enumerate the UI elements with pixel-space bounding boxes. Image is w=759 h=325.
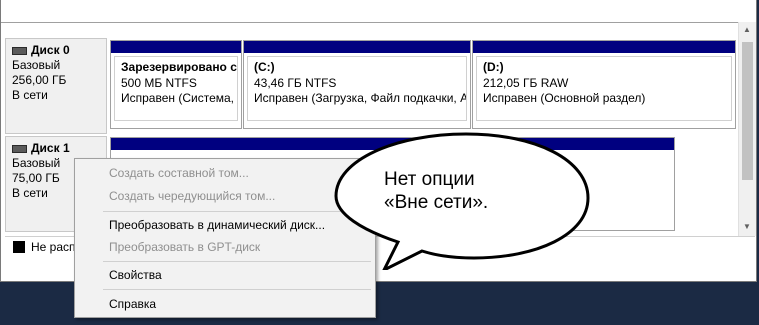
partition-bar [473,41,735,53]
partition-title: Зарезервировано си [121,60,238,74]
partition-info: (C:) 43,46 ГБ NTFS Исправен (Загрузка, Ф… [247,56,467,121]
partition-status: Исправен (Загрузка, Файл подкачки, А [254,91,467,105]
disk-0-type: Базовый [12,58,61,72]
menu-item-convert-gpt[interactable]: Преобразовать в GPT-диск [109,237,260,257]
disk-0-size: 256,00 ГБ [12,73,67,87]
vertical-scrollbar[interactable]: ▲ ▼ [738,22,756,236]
partition-bar [244,41,470,53]
partition-title: (D:) [483,60,504,74]
callout-text: Нет опции «Вне сети». [384,168,544,214]
unallocated-swatch [13,241,25,253]
menu-item-create-spanned[interactable]: Создать составной том... [109,163,249,183]
disk-0-label[interactable]: Диск 0 Базовый 256,00 ГБ В сети [5,38,107,134]
callout-line-1: Нет опции [384,169,475,190]
disk-1-name: Диск 1 [31,141,70,155]
menu-item-convert-dynamic[interactable]: Преобразовать в динамический диск... [109,215,325,235]
menu-item-properties[interactable]: Свойства [109,265,162,285]
partition-reserved[interactable]: Зарезервировано си 500 МБ NTFS Исправен … [110,40,242,129]
scroll-thumb[interactable] [742,42,753,180]
partition-size: 500 МБ NTFS [121,75,197,90]
disk-icon [12,46,27,55]
disk-0-name: Диск 0 [31,43,70,57]
partition-info: Зарезервировано си 500 МБ NTFS Исправен … [114,56,238,121]
disk-0-status: В сети [12,88,48,102]
disk-icon [12,144,27,153]
disk-0-name-row: Диск 0 [12,43,100,58]
disk-1-name-row: Диск 1 [12,141,100,156]
partition-info: (D:) 212,05 ГБ RAW Исправен (Основной ра… [476,56,732,121]
menu-item-help[interactable]: Справка [109,294,156,314]
partition-status: Исправен (Система, А [121,91,238,105]
partition-bar [111,41,241,53]
partition-c[interactable]: (C:) 43,46 ГБ NTFS Исправен (Загрузка, Ф… [243,40,471,129]
callout-line-2: «Вне сети». [384,192,489,213]
partition-size: 212,05 ГБ RAW [483,75,569,90]
partition-title: (C:) [254,60,275,74]
partition-d[interactable]: (D:) 212,05 ГБ RAW Исправен (Основной ра… [472,40,736,129]
scroll-up-icon[interactable]: ▲ [743,25,751,34]
partition-size: 43,46 ГБ NTFS [254,75,337,90]
menu-item-create-striped[interactable]: Создать чередующийся том... [109,186,275,206]
partition-status: Исправен (Основной раздел) [483,91,646,105]
scroll-down-icon[interactable]: ▼ [743,222,751,231]
menu-separator [103,289,371,290]
volume-list-strip [1,0,741,23]
